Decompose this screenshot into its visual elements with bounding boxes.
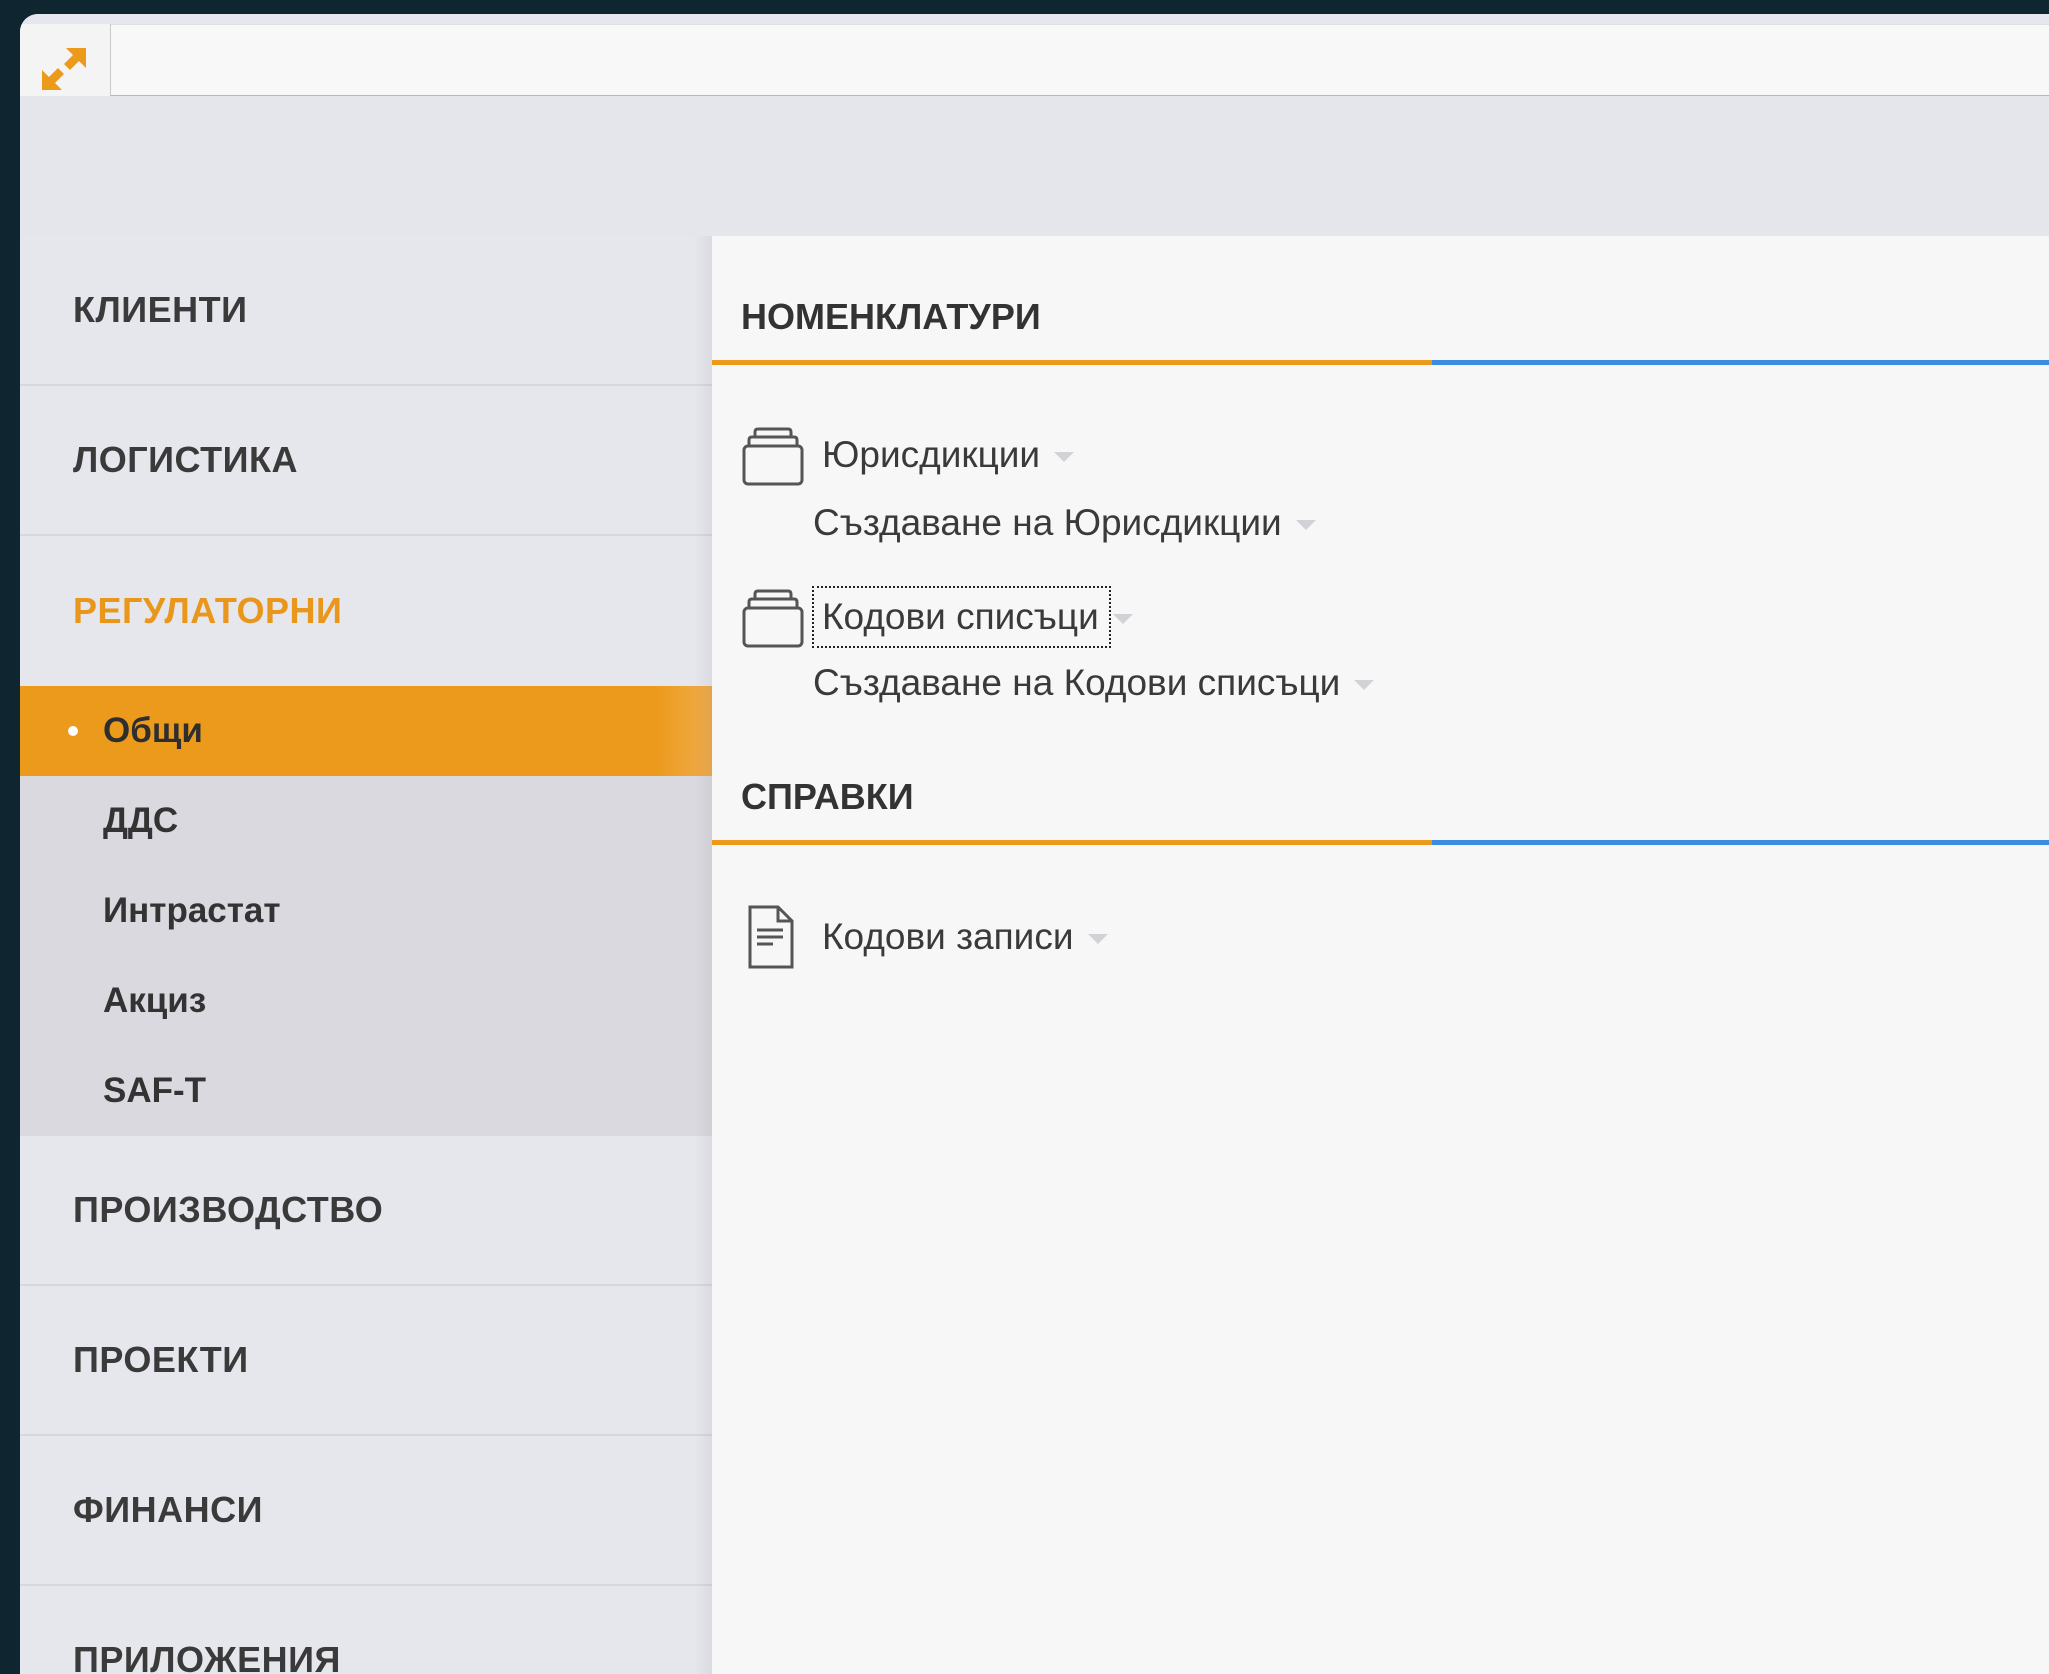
sidebar-item-label: Общи	[103, 711, 203, 750]
nav-item-label: Кодови записи	[822, 916, 1074, 957]
sidebar-section-production[interactable]: ПРОИЗВОДСТВО	[20, 1136, 712, 1286]
create-link-label: Създаване на Юрисдикции	[813, 502, 1282, 543]
chevron-down-icon[interactable]	[1112, 614, 1133, 624]
selected-dot-icon	[68, 726, 78, 736]
chevron-down-icon[interactable]	[1054, 452, 1075, 462]
sidebar-subitems: Общи ДДС Интрастат Акциз SAF-T	[20, 686, 712, 1136]
sidebar-item-label: SAF-T	[103, 1071, 207, 1110]
nav-item-jurisdictions[interactable]: Юрисдикции	[741, 424, 1075, 486]
tab-strip	[20, 14, 2049, 97]
sidebar-item-saf-t[interactable]: SAF-T	[20, 1046, 712, 1136]
main-content: НОМЕНКЛАТУРИ Юрисдикции Създаване на Юри…	[712, 236, 2049, 1674]
create-code-lists-link[interactable]: Създаване на Кодови списъци	[813, 658, 1375, 708]
sidebar-section-applications[interactable]: ПРИЛОЖЕНИЯ	[20, 1586, 712, 1674]
sidebar-item-vat[interactable]: ДДС	[20, 776, 712, 866]
chevron-down-icon[interactable]	[1295, 520, 1316, 530]
sidebar-section-clients[interactable]: КЛИЕНТИ	[20, 236, 712, 386]
chevron-down-icon[interactable]	[1354, 680, 1375, 690]
sidebar-shadow	[694, 236, 712, 1674]
folder-stack-icon	[742, 427, 804, 486]
sidebar-item-label: Интрастат	[103, 891, 281, 930]
group-title-nomenclatures: НОМЕНКЛАТУРИ	[741, 296, 1041, 337]
group-divider	[712, 360, 2049, 365]
sidebar-item-general[interactable]: Общи	[20, 686, 712, 776]
document-icon	[748, 905, 794, 969]
app-logo-tab[interactable]	[20, 24, 111, 96]
nav-item-label: Юрисдикции	[822, 434, 1041, 475]
sidebar-section-logistics[interactable]: ЛОГИСТИКА	[20, 386, 712, 536]
create-link-label: Създаване на Кодови списъци	[813, 662, 1341, 703]
sidebar-section-projects[interactable]: ПРОЕКТИ	[20, 1286, 712, 1436]
sidebar-section-finance[interactable]: ФИНАНСИ	[20, 1436, 712, 1586]
sidebar-section-regulatory[interactable]: РЕГУЛАТОРНИ	[20, 536, 712, 686]
sidebar-item-label: Акциз	[103, 981, 207, 1020]
group-title-reports: СПРАВКИ	[741, 776, 914, 817]
group-divider	[712, 840, 2049, 845]
sidebar-item-excise[interactable]: Акциз	[20, 956, 712, 1046]
nav-item-code-lists[interactable]: Кодови списъци	[741, 586, 1133, 648]
folder-stack-icon	[742, 589, 804, 648]
tab-bar	[111, 24, 2049, 97]
sidebar-item-label: ДДС	[103, 801, 179, 840]
nav-item-label: Кодови списъци	[812, 586, 1111, 648]
chevron-down-icon[interactable]	[1087, 934, 1108, 944]
expand-arrows-icon	[42, 48, 86, 90]
create-jurisdictions-link[interactable]: Създаване на Юрисдикции	[813, 498, 1316, 548]
sidebar-item-intrastat[interactable]: Интрастат	[20, 866, 712, 956]
sidebar: КЛИЕНТИ ЛОГИСТИКА РЕГУЛАТОРНИ Общи ДДС И…	[20, 236, 712, 1674]
app-window: КЛИЕНТИ ЛОГИСТИКА РЕГУЛАТОРНИ Общи ДДС И…	[20, 14, 2049, 1674]
nav-item-code-records[interactable]: Кодови записи	[741, 904, 1108, 970]
toolbar	[20, 96, 2049, 237]
